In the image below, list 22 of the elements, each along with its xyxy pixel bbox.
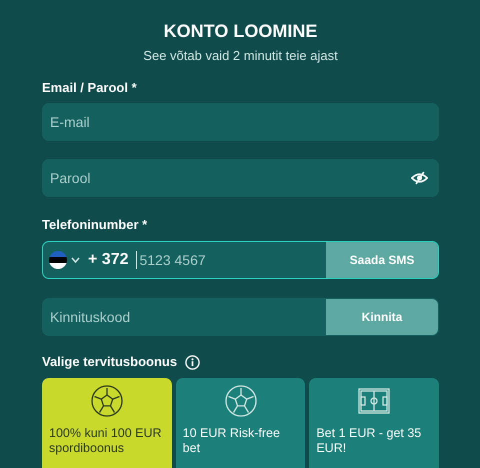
section-label: Valige tervitusboonus: [42, 354, 178, 370]
page-title: KONTO LOOMINE: [162, 20, 318, 42]
confirm-button[interactable]: Kinnita: [326, 299, 438, 335]
bonus-option[interactable]: 10 EUR Risk-free bet: [176, 378, 306, 468]
subtitle: See võtab vaid 2 minutit teie ajast: [142, 48, 339, 64]
field-label: Email / Parool *: [42, 80, 138, 96]
flag-icon: [49, 251, 67, 269]
bonus-option[interactable]: Bet 1 EUR - get 35 EUR!: [309, 378, 440, 468]
country-code: + 372: [88, 250, 128, 270]
soccer-ball-icon: [90, 385, 123, 417]
phone-input[interactable]: 5123 4567: [136, 251, 326, 269]
phone-field[interactable]: + 372 5123 4567 Saada SMS: [42, 241, 439, 279]
soccer-ball-icon: [224, 385, 256, 417]
caret-icon: [71, 257, 80, 263]
code-field[interactable]: Kinnituskood Kinnita: [42, 298, 439, 336]
code-input[interactable]: Kinnituskood: [43, 299, 326, 335]
info-icon[interactable]: [185, 354, 200, 370]
field-label: Telefoninumber *: [42, 217, 148, 233]
bonus-option[interactable]: 100% kuni 100 EUR spordiboonus: [42, 378, 172, 468]
eye-slash-icon[interactable]: [411, 171, 428, 185]
send-sms-button[interactable]: Saada SMS: [326, 242, 438, 278]
email-input[interactable]: E-mail: [43, 104, 438, 140]
